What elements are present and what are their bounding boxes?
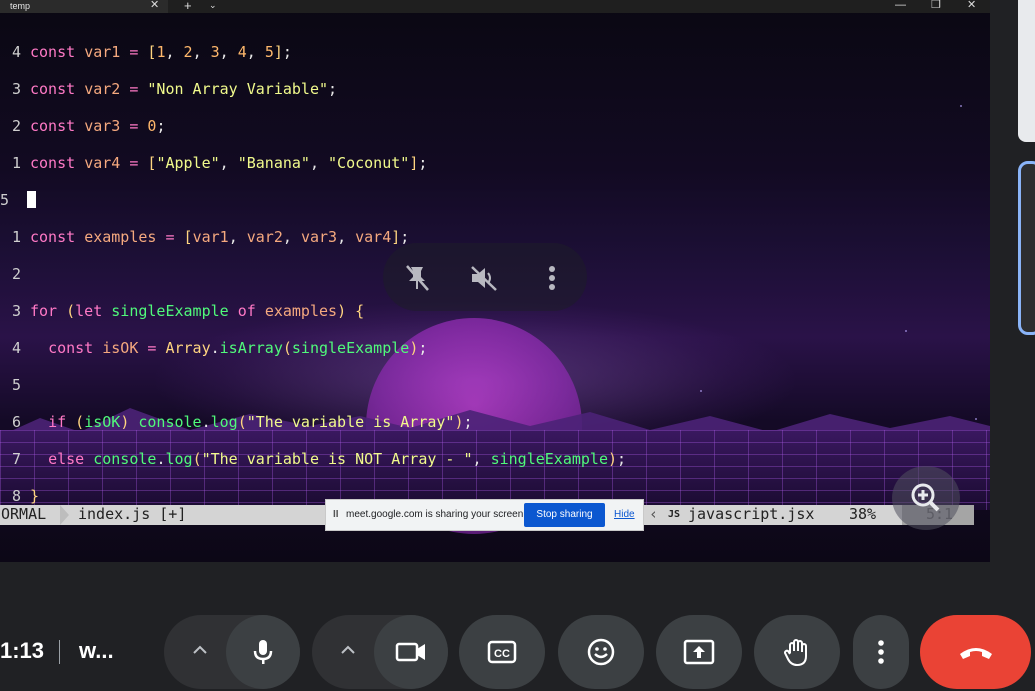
line-number: 2 (11, 116, 21, 135)
pause-icon: II (333, 509, 339, 520)
meet-screen: temp ✕ + ⌄ — ❐ ✕ 4 const var1 = [1, 2, 3,… (0, 0, 1035, 691)
line-number: 7 (11, 449, 21, 468)
code-line: 7 else console.log("The variable is NOT … (0, 450, 626, 469)
present-button[interactable] (656, 615, 742, 689)
captions-button[interactable]: CC (459, 615, 545, 689)
line-number: 4 (11, 338, 21, 357)
code-line: 4 const var1 = [1, 2, 3, 4, 5]; (0, 43, 626, 62)
participant-tile[interactable] (1018, 0, 1035, 142)
video-options-icon[interactable] (338, 640, 358, 660)
camera-button[interactable] (374, 615, 448, 689)
code-line: 4 const isOK = Array.isArray(singleExamp… (0, 339, 626, 358)
code-line: 2 const var3 = 0; (0, 117, 626, 136)
text-cursor (27, 190, 36, 208)
background-star (905, 330, 907, 332)
hide-link[interactable]: Hide (614, 509, 635, 520)
meeting-time: 1:13 (0, 638, 45, 663)
code-line: 6 if (isOK) console.log("The variable is… (0, 413, 626, 432)
tab-close-icon[interactable]: ✕ (150, 0, 159, 11)
raise-hand-button[interactable] (754, 615, 840, 689)
line-number: 5 (0, 190, 10, 209)
background-star (700, 390, 702, 392)
tab-temp[interactable]: temp ✕ (0, 0, 168, 13)
js-file-icon: JS (668, 509, 681, 520)
microphone-icon (253, 640, 273, 664)
divider (59, 640, 60, 664)
captions-icon: CC (487, 640, 517, 664)
camera-icon (395, 642, 425, 662)
terminal-titlebar: temp ✕ + ⌄ — ❐ ✕ (0, 0, 990, 13)
line-number: 1 (11, 227, 21, 246)
unpin-icon[interactable] (400, 262, 434, 294)
line-number: 4 (11, 42, 21, 61)
line-number: 6 (11, 412, 21, 431)
end-call-icon (959, 648, 992, 659)
microphone-button[interactable] (226, 615, 300, 689)
background-star (975, 418, 977, 420)
present-screen-icon (683, 639, 715, 665)
reactions-button[interactable] (558, 615, 644, 689)
code-line-current: 5 (0, 190, 626, 210)
participant-tile-active[interactable] (1018, 161, 1035, 335)
meeting-name: w... (79, 638, 114, 663)
sharing-message: meet.google.com is sharing your screen. (346, 509, 527, 520)
zoom-button[interactable] (892, 466, 960, 530)
line-number: 2 (11, 264, 21, 283)
code-line: 1 const var4 = ["Apple", "Banana", "Cocon… (0, 154, 626, 173)
tab-title: temp (10, 1, 31, 11)
new-tab-icon[interactable]: + (184, 0, 192, 12)
line-number: 8 (11, 486, 21, 505)
leave-call-button[interactable] (920, 615, 1031, 689)
statusline-filetype: javascript.jsx (688, 505, 815, 523)
tab-dropdown-icon[interactable]: ⌄ (209, 0, 217, 12)
chevron-left-icon: ‹ (649, 505, 659, 523)
line-number: 1 (11, 153, 21, 172)
statusline-separator (60, 505, 69, 525)
restore-icon[interactable]: ❐ (931, 0, 941, 11)
minimize-icon[interactable]: — (895, 0, 906, 11)
line-number: 3 (11, 79, 21, 98)
mute-icon[interactable] (467, 262, 501, 294)
statusline-filename: index.js [+] (60, 505, 325, 525)
more-options-button[interactable] (853, 615, 909, 689)
screen-sharing-bar: II meet.google.com is sharing your scree… (325, 499, 644, 531)
line-number: 5 (11, 375, 21, 394)
more-options-icon[interactable] (535, 262, 569, 294)
raise-hand-icon (784, 639, 807, 667)
audio-options-icon[interactable] (190, 640, 210, 660)
code-line: 3 const var2 = "Non Array Variable"; (0, 80, 626, 99)
more-vert-icon (878, 640, 884, 664)
emoji-icon (587, 638, 615, 666)
line-number: 3 (11, 301, 21, 320)
vim-mode: ORMAL (0, 505, 60, 525)
statusline-percent: 38% (849, 505, 877, 523)
stop-sharing-button[interactable]: Stop sharing (524, 503, 605, 527)
svg-text:CC: CC (494, 648, 510, 660)
code-line: 5 (0, 376, 626, 395)
shared-screen: temp ✕ + ⌄ — ❐ ✕ 4 const var1 = [1, 2, 3,… (0, 0, 990, 562)
close-window-icon[interactable]: ✕ (967, 0, 976, 11)
background-star (960, 105, 962, 107)
